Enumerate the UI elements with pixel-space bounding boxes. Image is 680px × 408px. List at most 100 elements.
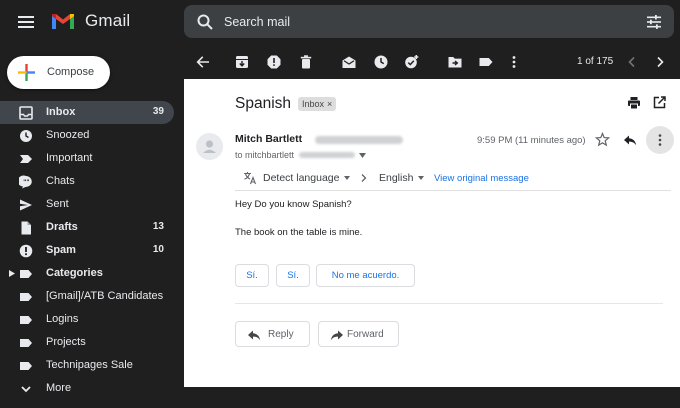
sidebar-nav: Inbox 39 Snoozed Important "" Chats Sent… (0, 101, 174, 400)
recipient-text: to mitchbartlett (235, 150, 295, 160)
sidebar-item-categories[interactable]: Categories (0, 262, 174, 285)
message-toolbar: 1 of 175 (184, 46, 680, 78)
message-more-button[interactable] (646, 126, 674, 154)
sidebar-item-label: Projects (46, 336, 86, 348)
email-subject: Spanish (235, 95, 292, 112)
app-brand: Gmail (85, 11, 131, 30)
inbox-icon (19, 106, 33, 120)
more-vertical-icon (658, 134, 662, 146)
sidebar-item-count: 13 (152, 221, 164, 232)
show-details-caret-icon[interactable] (359, 153, 366, 158)
back-arrow-icon[interactable] (195, 54, 211, 70)
sidebar-item-label: Sent (46, 198, 69, 210)
forward-arrow-icon (330, 330, 343, 341)
sidebar-item-technipages-sale[interactable]: Technipages Sale (0, 354, 174, 377)
source-language-label: Detect language (263, 172, 340, 184)
forward-button[interactable]: Forward (318, 321, 399, 347)
sidebar-item-projects[interactable]: Projects (0, 331, 174, 354)
remove-label-icon[interactable]: × (327, 97, 332, 111)
source-language-dropdown[interactable]: Detect language (263, 172, 351, 184)
email-body-line: Hey Do you know Spanish? (235, 199, 352, 210)
sidebar-item-count: 10 (152, 244, 164, 255)
sidebar-item-atb-candidates[interactable]: [Gmail]/ATB Candidates (0, 285, 174, 308)
sidebar-item-more[interactable]: More (0, 377, 174, 400)
chevron-right-icon (361, 174, 367, 182)
sidebar-item-count: 39 (152, 106, 164, 117)
sidebar-item-label: Important (46, 152, 93, 164)
archive-icon[interactable] (234, 54, 250, 70)
inbox-label-chip[interactable]: Inbox × (298, 97, 337, 111)
compose-label: Compose (47, 66, 95, 78)
smart-reply-button[interactable]: Sí. (235, 264, 269, 287)
spam-icon (19, 244, 33, 258)
sender-name[interactable]: Mitch Bartlett (235, 133, 302, 145)
avatar[interactable] (196, 133, 223, 160)
redacted-recipient-email (299, 152, 355, 158)
star-icon[interactable] (595, 132, 610, 147)
sidebar-item-logins[interactable]: Logins (0, 308, 174, 331)
draft-icon (21, 221, 31, 235)
reply-arrow-icon (248, 330, 261, 341)
chat-icon: "" (19, 175, 32, 189)
sidebar-item-sent[interactable]: Sent (0, 193, 174, 216)
plus-icon (18, 64, 35, 81)
search-bar[interactable] (184, 5, 674, 38)
label-as-icon[interactable] (478, 54, 494, 70)
add-to-tasks-icon[interactable] (404, 54, 420, 70)
chevron-down-icon (21, 386, 31, 393)
report-spam-icon[interactable] (266, 54, 282, 70)
smart-reply-button[interactable]: Sí. (276, 264, 310, 287)
snooze-icon (20, 130, 32, 142)
gmail-logo-icon[interactable] (50, 10, 76, 32)
sidebar-item-chats[interactable]: "" Chats (0, 170, 174, 193)
send-icon (20, 199, 32, 211)
sidebar-item-snoozed[interactable]: Snoozed (0, 124, 174, 147)
label-icon (20, 339, 32, 347)
search-options-icon[interactable] (646, 14, 662, 30)
sidebar-item-label: Chats (46, 175, 75, 187)
delete-icon[interactable] (298, 54, 314, 70)
smart-reply-button[interactable]: No me acuerdo. (316, 264, 415, 287)
snooze-clock-icon[interactable] (373, 54, 389, 70)
open-in-new-window-icon[interactable] (653, 96, 666, 109)
label-icon (20, 362, 32, 370)
email-body-line: The book on the table is mine. (235, 227, 363, 238)
sidebar-item-label: More (46, 382, 72, 394)
forward-button-label: Forward (347, 329, 384, 340)
translate-bar: Detect language English View original me… (235, 165, 671, 191)
print-icon[interactable] (627, 96, 641, 110)
sidebar-item-inbox[interactable]: Inbox 39 (0, 101, 174, 124)
reply-button-label: Reply (268, 329, 294, 340)
mark-unread-icon[interactable] (341, 54, 357, 70)
view-original-link[interactable]: View original message (434, 173, 529, 184)
divider (235, 303, 663, 304)
target-language-dropdown[interactable]: English (379, 172, 425, 184)
sidebar-item-spam[interactable]: Spam 10 (0, 239, 174, 262)
search-input[interactable] (224, 5, 604, 38)
top-bar: Gmail (0, 0, 680, 44)
caret-down-icon (344, 176, 351, 180)
sidebar-item-label: Categories (46, 267, 103, 279)
label-chip-text: Inbox (302, 99, 325, 109)
more-options-icon[interactable] (506, 54, 522, 70)
reply-button[interactable]: Reply (235, 321, 310, 347)
email-timestamp: 9:59 PM (11 minutes ago) (477, 135, 586, 146)
main-menu-icon[interactable] (14, 11, 38, 33)
target-language-label: English (379, 172, 414, 184)
sidebar-item-important[interactable]: Important (0, 147, 174, 170)
older-chevron-icon[interactable] (652, 54, 668, 70)
sidebar-item-label: Drafts (46, 221, 78, 233)
reply-icon[interactable] (623, 133, 637, 147)
move-to-icon[interactable] (447, 54, 463, 70)
label-icon (20, 293, 32, 301)
expand-arrow-icon[interactable] (9, 270, 15, 277)
redacted-sender-email (315, 136, 403, 144)
important-icon (20, 155, 32, 163)
search-icon[interactable] (196, 13, 214, 31)
sidebar-item-label: Spam (46, 244, 76, 256)
sidebar-item-drafts[interactable]: Drafts 13 (0, 216, 174, 239)
compose-button[interactable]: Compose (7, 56, 110, 89)
newer-chevron-icon[interactable] (624, 54, 640, 70)
email-view: Spanish Inbox × Mitch Bartlett to mitchb… (184, 79, 680, 387)
sidebar-item-label: Inbox (46, 106, 76, 118)
